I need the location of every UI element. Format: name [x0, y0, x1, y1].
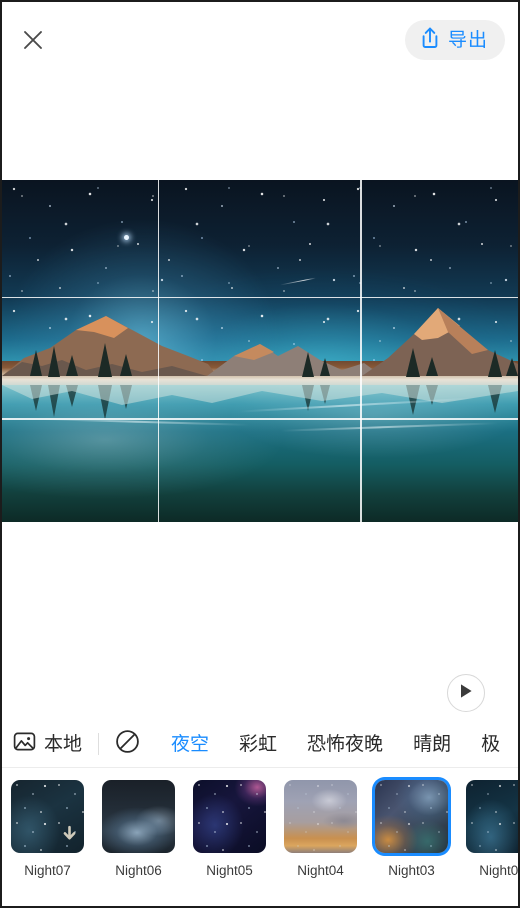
- tab-aurora-partial[interactable]: 极: [481, 734, 500, 754]
- play-preview-button[interactable]: [447, 674, 485, 712]
- preset-star-texture: [466, 780, 518, 853]
- preset-item-night07[interactable]: Night07: [2, 774, 93, 878]
- preset-label: Night06: [115, 863, 162, 878]
- water-reflection-shapes: [2, 385, 518, 421]
- preset-thumbnail: [102, 780, 175, 853]
- preset-preview-night06: [102, 780, 175, 853]
- preset-thumbnail: [284, 780, 357, 853]
- no-effect-icon: [115, 729, 140, 759]
- local-source-label: 本地: [44, 732, 83, 755]
- preset-label: Night05: [206, 863, 253, 878]
- export-button[interactable]: 导出: [404, 20, 505, 60]
- preset-star-texture: [284, 780, 357, 853]
- local-source-button[interactable]: 本地: [2, 730, 82, 758]
- sky-replace-editor-screen: 导出 本地 夜空 彩虹 恐怖夜晚 晴朗 极 Night07 Night06 Ni…: [0, 0, 520, 908]
- preset-label: Night02: [479, 863, 518, 878]
- preset-thumbnail: [11, 780, 84, 853]
- preset-thumbnail: [466, 780, 518, 853]
- preset-thumbnail-strip[interactable]: Night07 Night06 Night05 Night04 Night03 …: [2, 774, 518, 906]
- tab-scary-night[interactable]: 恐怖夜晚: [307, 734, 383, 754]
- preset-item-night06[interactable]: Night06: [93, 774, 184, 878]
- tab-night-sky[interactable]: 夜空: [171, 734, 209, 754]
- play-icon: [459, 683, 473, 704]
- preset-label: Night04: [297, 863, 344, 878]
- preset-label: Night03: [388, 863, 435, 878]
- top-bar: 导出: [2, 2, 518, 78]
- preset-item-night04[interactable]: Night04: [275, 774, 366, 878]
- tab-clear-sky[interactable]: 晴朗: [413, 734, 451, 754]
- preset-star-texture: [193, 780, 266, 853]
- preset-label: Night07: [24, 863, 71, 878]
- image-icon: [13, 730, 36, 758]
- preset-item-night02[interactable]: Night02: [457, 774, 518, 878]
- preview-canvas[interactable]: [2, 180, 518, 522]
- download-icon[interactable]: [61, 825, 78, 848]
- category-tab-bar[interactable]: 本地 夜空 彩虹 恐怖夜晚 晴朗 极: [2, 721, 518, 767]
- preset-thumbnail-selected: [375, 780, 448, 853]
- water-reflection-layer: [2, 385, 518, 522]
- close-icon: [21, 28, 45, 52]
- preset-item-night03[interactable]: Night03: [366, 774, 457, 878]
- close-button[interactable]: [14, 21, 52, 59]
- upload-icon: [419, 26, 441, 54]
- no-effect-button[interactable]: [113, 730, 141, 758]
- preset-item-night05[interactable]: Night05: [184, 774, 275, 878]
- preset-thumbnail: [193, 780, 266, 853]
- tabbar-divider: [98, 733, 100, 755]
- tabbar-bottom-divider: [2, 767, 518, 768]
- preview-photo: [2, 180, 518, 522]
- tab-rainbow[interactable]: 彩虹: [239, 734, 277, 754]
- preset-star-texture: [375, 780, 448, 853]
- export-label: 导出: [447, 28, 488, 51]
